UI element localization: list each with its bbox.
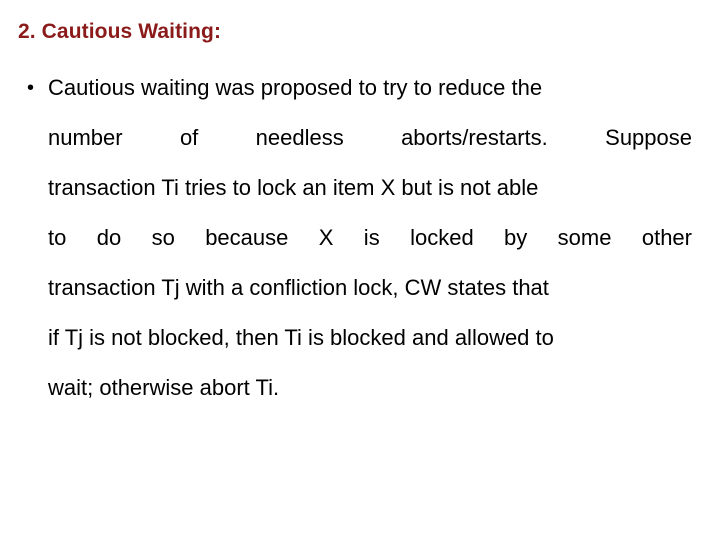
body-text-line: number of needless aborts/restarts. Supp… (48, 125, 692, 150)
list-item-continuation: if Tj is not blocked, then Ti is blocked… (0, 318, 720, 368)
bullet-point-icon: • (27, 77, 35, 99)
body-text-line: transaction Tj with a confliction lock, … (48, 275, 549, 300)
page-title: 2. Cautious Waiting: (18, 20, 222, 43)
slide-canvas: 2. Cautious Waiting: • Cautious waiting … (0, 0, 720, 540)
body-text-line: if Tj is not blocked, then Ti is blocked… (48, 325, 554, 350)
body-text-line: to do so because X is locked by some oth… (48, 225, 692, 250)
bullet-list: • Cautious waiting was proposed to try t… (0, 68, 720, 418)
list-item-continuation: to do so because X is locked by some oth… (0, 218, 720, 268)
list-item-continuation: wait; otherwise abort Ti. (0, 368, 720, 418)
list-item-continuation: transaction Ti tries to lock an item X b… (0, 168, 720, 218)
body-text-line: wait; otherwise abort Ti. (48, 375, 280, 400)
body-text-line: transaction Ti tries to lock an item X b… (48, 175, 539, 200)
list-item-continuation: number of needless aborts/restarts. Supp… (0, 118, 720, 168)
body-text-line: Cautious waiting was proposed to try to … (48, 75, 543, 100)
list-item-continuation: transaction Tj with a confliction lock, … (0, 268, 720, 318)
list-item: • Cautious waiting was proposed to try t… (0, 68, 720, 118)
